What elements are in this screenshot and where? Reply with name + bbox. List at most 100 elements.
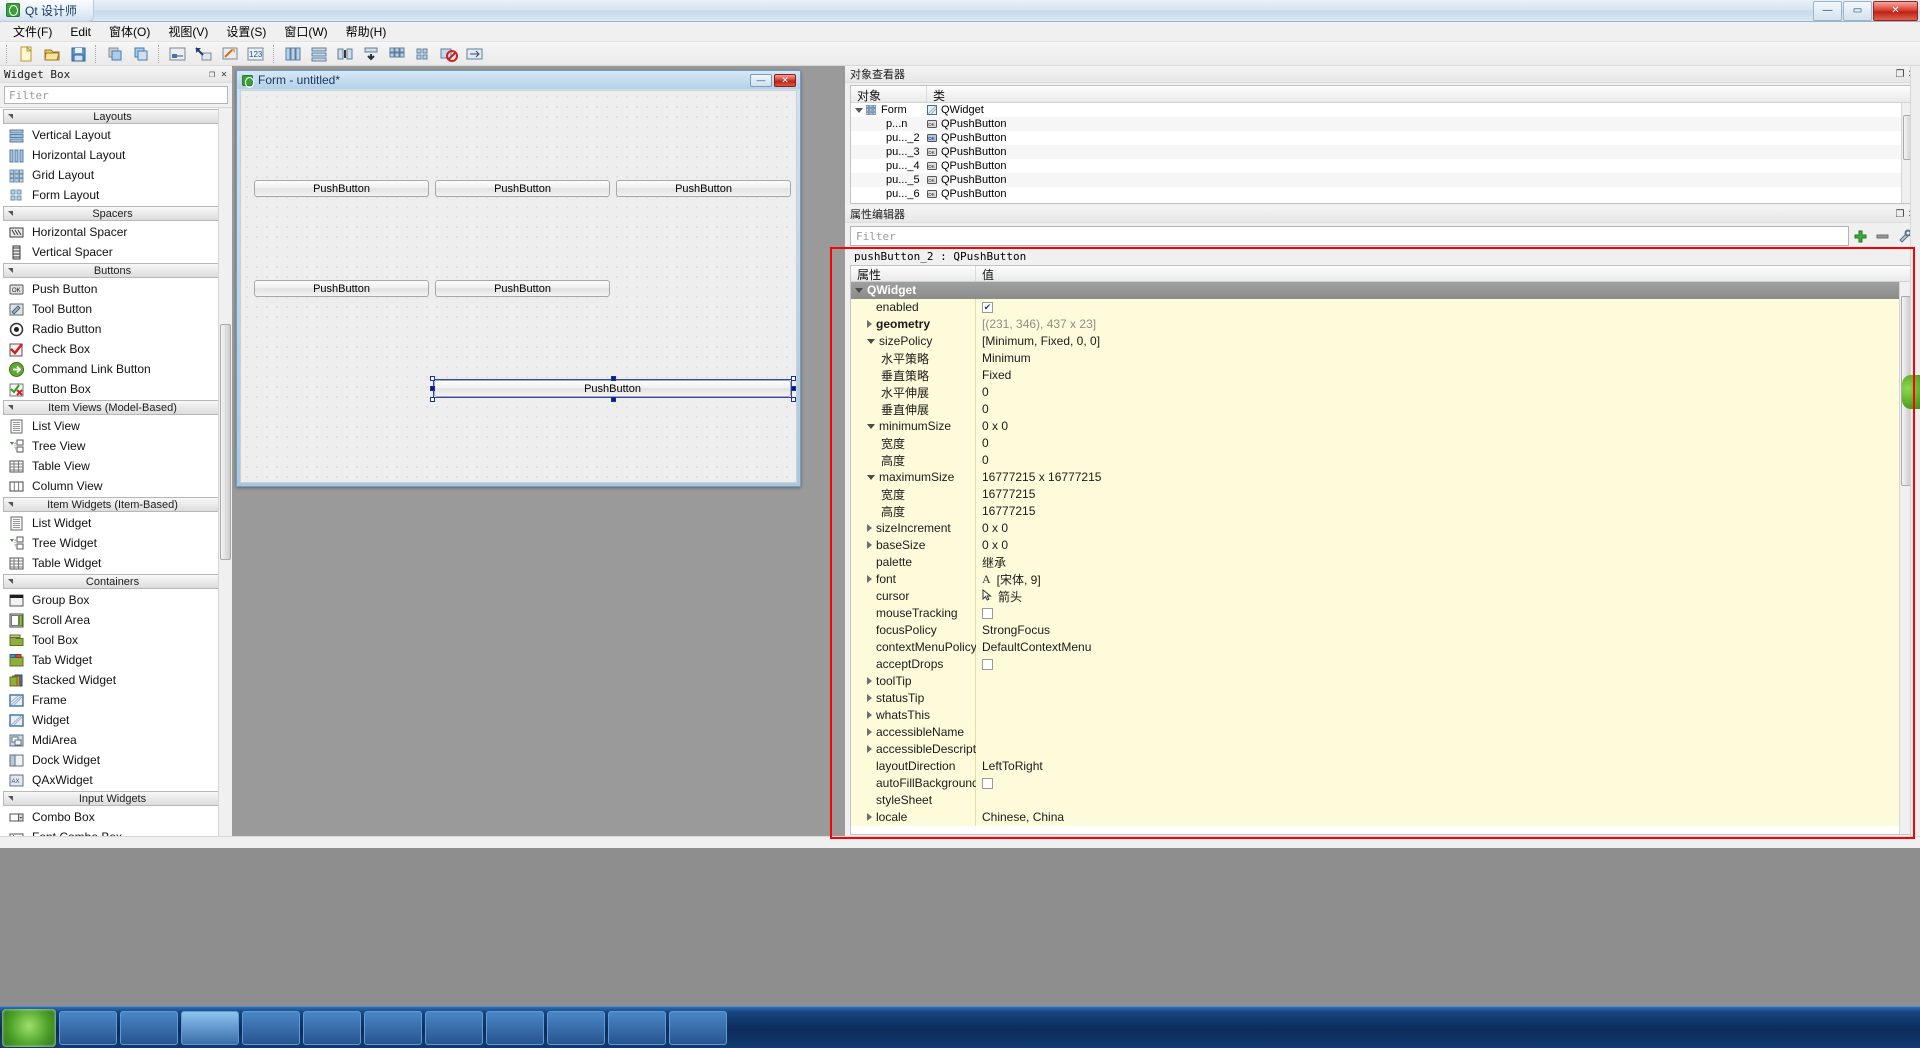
- property-value-cell[interactable]: [976, 672, 1912, 690]
- widget-box-category-header[interactable]: Input Widgets: [3, 791, 222, 806]
- new-file-icon[interactable]: [14, 43, 38, 65]
- property-checkbox[interactable]: ✔: [982, 301, 993, 313]
- property-row[interactable]: acceptDrops: [851, 655, 1912, 673]
- selection-handle[interactable]: [430, 386, 435, 391]
- property-value-cell[interactable]: [976, 723, 1912, 741]
- close-icon[interactable]: ✕: [218, 68, 230, 80]
- property-value-cell[interactable]: 16777215: [976, 502, 1912, 520]
- property-value-cell[interactable]: 箭头: [976, 587, 1912, 605]
- property-value-cell[interactable]: [976, 655, 1912, 673]
- widget-box-category-header[interactable]: Containers: [3, 574, 222, 589]
- property-value-cell[interactable]: [976, 791, 1912, 809]
- layout-form-icon[interactable]: [411, 43, 435, 65]
- property-value-cell[interactable]: [976, 706, 1912, 724]
- property-value-cell[interactable]: [976, 689, 1912, 707]
- property-row[interactable]: 宽度 0: [851, 434, 1912, 452]
- edit-buddies-icon[interactable]: [218, 43, 242, 65]
- edit-widgets-icon[interactable]: [166, 43, 190, 65]
- selection-handle[interactable]: [791, 397, 796, 402]
- taskbar-item[interactable]: [425, 1010, 483, 1045]
- property-checkbox[interactable]: [982, 607, 993, 619]
- widget-box-item[interactable]: Combo Box: [0, 807, 224, 827]
- column-header-object[interactable]: 对象: [851, 86, 927, 103]
- property-row[interactable]: whatsThis: [851, 706, 1912, 724]
- widget-box-item[interactable]: OK Push Button: [0, 279, 224, 299]
- property-value-cell[interactable]: 0: [976, 451, 1912, 469]
- layout-grid-icon[interactable]: [385, 43, 409, 65]
- property-row[interactable]: statusTip: [851, 689, 1912, 707]
- layout-splitter-v-icon[interactable]: [359, 43, 383, 65]
- property-row[interactable]: layoutDirection LeftToRight: [851, 757, 1912, 775]
- property-row[interactable]: baseSize 0 x 0: [851, 536, 1912, 554]
- property-row[interactable]: locale Chinese, China: [851, 808, 1912, 826]
- widget-box-item[interactable]: Horizontal Spacer: [0, 222, 224, 242]
- taskbar-item[interactable]: [59, 1010, 117, 1045]
- minimize-button[interactable]: —: [1813, 0, 1842, 21]
- selection-handle[interactable]: [610, 376, 616, 381]
- taskbar-item[interactable]: [181, 1010, 239, 1045]
- property-value-cell[interactable]: Fixed: [976, 366, 1912, 384]
- property-row[interactable]: minimumSize 0 x 0: [851, 417, 1912, 435]
- widget-box-item[interactable]: Vertical Layout: [0, 125, 224, 145]
- property-row[interactable]: 垂直伸展 0: [851, 400, 1912, 418]
- widget-box-item[interactable]: List Widget: [0, 513, 224, 533]
- widget-box-item[interactable]: Frame: [0, 690, 224, 710]
- property-value-cell[interactable]: [976, 740, 1912, 758]
- widget-box-category-header[interactable]: Item Widgets (Item-Based): [3, 497, 222, 512]
- widget-box-item[interactable]: Tree View: [0, 436, 224, 456]
- form-push-button[interactable]: PushButton: [435, 280, 610, 297]
- collapse-arrow-icon[interactable]: [867, 423, 875, 429]
- form-close-button[interactable]: ✕: [774, 73, 796, 87]
- undo-icon[interactable]: [103, 43, 127, 65]
- property-row[interactable]: mouseTracking: [851, 604, 1912, 622]
- expand-arrow-icon[interactable]: [867, 541, 872, 549]
- property-row[interactable]: focusPolicy StrongFocus: [851, 621, 1912, 639]
- add-icon[interactable]: [1849, 226, 1871, 246]
- widget-box-item[interactable]: Widget: [0, 710, 224, 730]
- selection-handle[interactable]: [610, 397, 616, 402]
- widget-box-category-header[interactable]: Layouts: [3, 109, 222, 124]
- property-value-cell[interactable]: [Minimum, Fixed, 0, 0]: [976, 332, 1912, 350]
- widget-box-item[interactable]: Tree Widget: [0, 533, 224, 553]
- float-icon[interactable]: ❐: [1894, 68, 1906, 80]
- property-value-cell[interactable]: A [宋体, 9]: [976, 570, 1912, 588]
- taskbar-item[interactable]: [486, 1010, 544, 1045]
- form-push-button[interactable]: PushButton: [435, 180, 610, 197]
- right-edge-scrollbar[interactable]: [1910, 66, 1920, 836]
- expand-arrow-icon[interactable]: [867, 677, 872, 685]
- menu-edit[interactable]: Edit: [61, 23, 100, 41]
- property-value-cell[interactable]: 0 x 0: [976, 536, 1912, 554]
- property-value-cell[interactable]: [976, 774, 1912, 792]
- property-row[interactable]: sizeIncrement 0 x 0: [851, 519, 1912, 537]
- menu-form[interactable]: 窗体(O): [100, 21, 159, 42]
- property-value-cell[interactable]: Chinese, China: [976, 808, 1912, 826]
- widget-box-item[interactable]: Vertical Spacer: [0, 242, 224, 262]
- widget-box-item[interactable]: Tool Box: [0, 630, 224, 650]
- expand-arrow-icon[interactable]: [867, 728, 872, 736]
- widget-box-item[interactable]: MdiArea: [0, 730, 224, 750]
- menu-settings[interactable]: 设置(S): [217, 21, 275, 42]
- widget-box-item[interactable]: AX QAxWidget: [0, 770, 224, 790]
- taskbar-item[interactable]: [364, 1010, 422, 1045]
- property-row[interactable]: styleSheet: [851, 791, 1912, 809]
- form-canvas[interactable]: PushButton PushButton PushButton PushButton…: [240, 90, 797, 483]
- property-row[interactable]: geometry [(231, 346), 437 x 23]: [851, 315, 1912, 333]
- float-icon[interactable]: ❐: [206, 68, 218, 80]
- selection-handle[interactable]: [791, 386, 796, 391]
- property-value-cell[interactable]: DefaultContextMenu: [976, 638, 1912, 656]
- expand-arrow-icon[interactable]: [867, 575, 872, 583]
- property-value-cell[interactable]: 16777215 x 16777215: [976, 468, 1912, 486]
- layout-vertically-icon[interactable]: [307, 43, 331, 65]
- expand-arrow-icon[interactable]: [855, 107, 863, 113]
- property-value-cell[interactable]: [976, 604, 1912, 622]
- object-inspector-row[interactable]: Form QWidget: [851, 103, 1914, 117]
- edit-tab-order-icon[interactable]: 123: [244, 43, 268, 65]
- property-value-cell[interactable]: 16777215: [976, 485, 1912, 503]
- property-row[interactable]: autoFillBackground: [851, 774, 1912, 792]
- widget-box-item[interactable]: Table View: [0, 456, 224, 476]
- save-icon[interactable]: [66, 43, 90, 65]
- widget-box-item[interactable]: AFont Combo Box: [0, 827, 224, 836]
- widget-box-item[interactable]: Scroll Area: [0, 610, 224, 630]
- property-value-cell[interactable]: 0: [976, 383, 1912, 401]
- widget-box-item[interactable]: Check Box: [0, 339, 224, 359]
